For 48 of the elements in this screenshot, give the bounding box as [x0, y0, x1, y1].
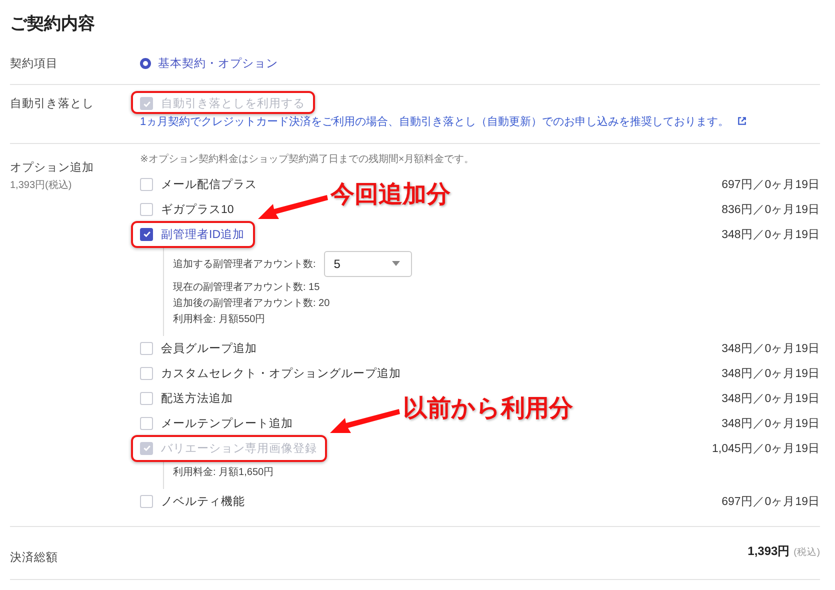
check-icon [142, 229, 152, 239]
option-price: 348円／0ヶ月19日 [722, 392, 820, 406]
detail-text: 現在の副管理者アカウント数: 15 [173, 280, 321, 294]
option-label: ノベルティ機能 [161, 494, 245, 508]
option-price: 1,045円／0ヶ月19日 [712, 442, 820, 456]
option-label: カスタムセレクト・オプショングループ追加 [161, 366, 401, 380]
detail-text: 利用料金: 月額1,650円 [173, 466, 275, 480]
callout-label: 以前から利用分 [403, 394, 573, 422]
callout-label: 今回追加分 [330, 180, 450, 208]
checkbox[interactable] [140, 228, 153, 240]
fee-note: ※オプション契約料金はショップ契約満了日までの残期間×月額料金です。 [140, 152, 476, 166]
field-label: オプション追加 [10, 160, 95, 174]
subtotal-text: 1,393円(税込) [10, 178, 73, 192]
page-title: ご契約内容 [10, 13, 96, 35]
option-price: 836円／0ヶ月19日 [722, 202, 820, 216]
checkbox-label: 自動引き落としを利用する [161, 96, 305, 111]
option-label: 会員グループ追加 [161, 341, 257, 356]
recommendation-note: 1ヵ月契約でクレジットカード決済をご利用の場合、自動引き落とし（自動更新）でのお申し込みを推奨しております。 [140, 114, 730, 128]
option-price: 348円／0ヶ月19日 [722, 416, 820, 430]
option-label: ギガプラス10 [161, 202, 234, 216]
check-icon [142, 98, 152, 108]
option-label: 副管理者ID追加 [161, 228, 244, 242]
external-link-icon[interactable] [737, 116, 748, 126]
callout-arrow [256, 194, 328, 220]
option-price: 348円／0ヶ月19日 [722, 228, 820, 242]
radio-label: 基本契約・オプション [158, 56, 278, 71]
account-count-select[interactable]: 5 [324, 250, 412, 276]
option-price: 697円／0ヶ月19日 [722, 494, 820, 508]
option-label: メールテンプレート追加 [161, 416, 293, 430]
check-icon [142, 443, 152, 453]
tax-note: (税込) [794, 546, 820, 558]
option-label: バリエーション専用画像登録 [161, 442, 317, 456]
radio-option[interactable]: 基本契約・オプション [140, 56, 820, 71]
detail-text: 追加後の副管理者アカウント数: 20 [173, 296, 331, 310]
select-label: 追加する副管理者アカウント数: [173, 258, 316, 270]
field-label: 自動引き落とし [10, 96, 95, 112]
option-label: 配送方法追加 [161, 391, 233, 406]
total-amount: 1,393円 [748, 544, 790, 558]
field-label: 契約項目 [10, 56, 59, 71]
caret-icon [392, 261, 400, 266]
option-label: メール配信プラス [161, 177, 257, 192]
callout-arrow [329, 408, 401, 434]
field-label: 決済総額 [10, 550, 59, 564]
detail-text: 利用料金: 月額550円 [173, 312, 266, 326]
option-price: 348円／0ヶ月19日 [722, 366, 820, 380]
option-price: 697円／0ヶ月19日 [722, 178, 820, 192]
radio-button[interactable] [140, 58, 151, 69]
option-price: 348円／0ヶ月19日 [722, 342, 820, 356]
